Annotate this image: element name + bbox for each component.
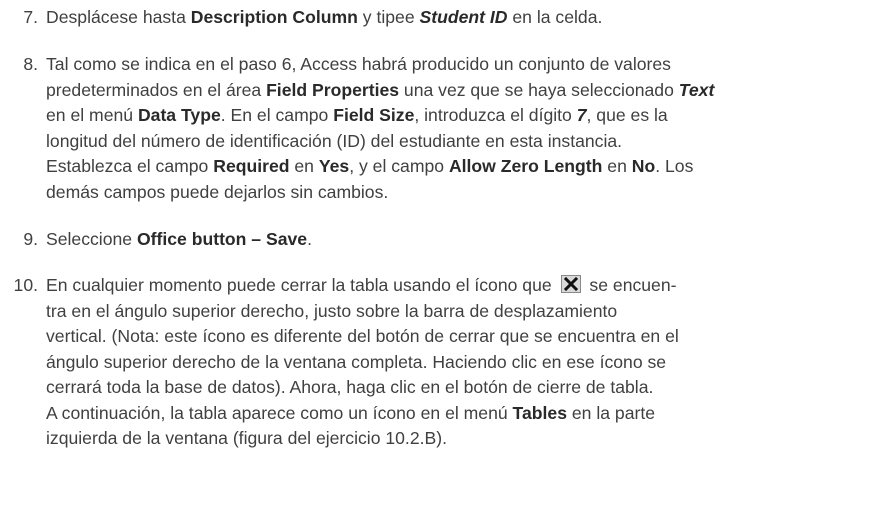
text-line: Seleccione Office button – Save.	[46, 227, 886, 253]
text-line: ángulo superior derecho de la ventana co…	[46, 350, 886, 376]
text-segment: se encuen-	[584, 275, 677, 295]
text-segment: Establezca el campo	[46, 156, 214, 176]
bold-term: Field Size	[333, 105, 415, 125]
bold-term: Office button – Save	[136, 229, 308, 249]
text-segment: y tipee	[357, 7, 420, 27]
text-segment: en el menú	[46, 105, 138, 125]
text-segment: en la parte	[566, 402, 656, 423]
text-segment: A continuación, la tabla aparece como un…	[46, 402, 513, 423]
text-line: izquierda de la ventana (figura del ejer…	[46, 426, 886, 452]
text-segment: en	[289, 156, 319, 176]
text-segment: . En el campo	[220, 105, 334, 125]
text-line: cerrará toda la base de datos). Ahora, h…	[46, 375, 886, 401]
bold-term: Data Type	[137, 105, 221, 125]
text-line: tra en el ángulo superior derecho, justo…	[46, 299, 886, 325]
step-number: 8.	[23, 54, 38, 74]
text-line: predeterminados en el área Field Propert…	[46, 78, 886, 104]
text-segment: en	[602, 156, 632, 176]
text-segment: tra en el ángulo superior derecho, justo…	[46, 300, 618, 321]
text-segment: vertical. (Nota: este ícono es diferente…	[46, 326, 679, 346]
step-number: 9.	[23, 229, 38, 249]
text-segment: , introduzca el dígito	[414, 105, 577, 125]
text-segment: izquierda de la ventana (figura del ejer…	[46, 428, 447, 448]
close-icon	[560, 275, 581, 293]
text-segment: ángulo superior derecho de la ventana co…	[46, 351, 667, 372]
text-segment: .	[307, 229, 312, 249]
text-segment: longitud del número de identificación (I…	[46, 130, 623, 151]
bold-term: Text	[678, 79, 715, 100]
text-line: en el menú Data Type. En el campo Field …	[46, 103, 886, 129]
text-segment: Seleccione	[46, 229, 137, 249]
text-segment: En cualquier momento puede cerrar la tab…	[46, 275, 557, 295]
text-line: longitud del número de identificación (I…	[46, 129, 886, 155]
text-line: vertical. (Nota: este ícono es diferente…	[46, 324, 886, 350]
text-segment: cerrará toda la base de datos). Ahora, h…	[46, 377, 654, 397]
step-text: Tal como se indica en el paso 6, Access …	[46, 52, 886, 205]
bold-term: Required	[213, 156, 290, 176]
bold-term: Field Properties	[266, 79, 400, 100]
text-segment: demás campos puede dejarlos sin cambios.	[46, 181, 389, 202]
text-segment: Desplácese hasta	[46, 7, 191, 27]
step-text: Seleccione Office button – Save.	[46, 227, 886, 253]
step-number: 10.	[13, 275, 38, 295]
text-segment: una vez que se haya seleccionado	[399, 79, 679, 100]
bold-term: Allow Zero Length	[448, 156, 603, 176]
text-segment: , y el campo	[349, 156, 449, 176]
bold-term: No	[631, 156, 656, 176]
document-page: 7. Desplácese hasta Description Column y…	[0, 0, 894, 522]
text-line: Tal como se indica en el paso 6, Access …	[46, 52, 886, 78]
text-segment: . Los	[655, 156, 694, 176]
text-line: Desplácese hasta Description Column y ti…	[46, 5, 886, 31]
step-number: 7.	[23, 7, 38, 27]
step-text: Desplácese hasta Description Column y ti…	[46, 5, 886, 31]
text-segment: predeterminados en el área	[46, 79, 267, 100]
bold-term: Student ID	[419, 7, 508, 27]
text-line: Establezca el campo Required en Yes, y e…	[46, 154, 886, 180]
text-segment: Tal como se indica en el paso 6, Access …	[46, 54, 671, 74]
bold-term: 7	[576, 105, 587, 125]
step-text: En cualquier momento puede cerrar la tab…	[46, 273, 886, 452]
bold-term: Yes	[318, 156, 350, 176]
text-line: En cualquier momento puede cerrar la tab…	[46, 273, 886, 299]
text-line: demás campos puede dejarlos sin cambios.	[46, 180, 886, 206]
bold-term: Description Column	[190, 7, 358, 27]
text-segment: , que es la	[586, 105, 668, 125]
text-line: A continuación, la tabla aparece como un…	[46, 401, 886, 427]
text-segment: en la celda.	[507, 7, 603, 27]
bold-term: Tables	[512, 402, 567, 423]
